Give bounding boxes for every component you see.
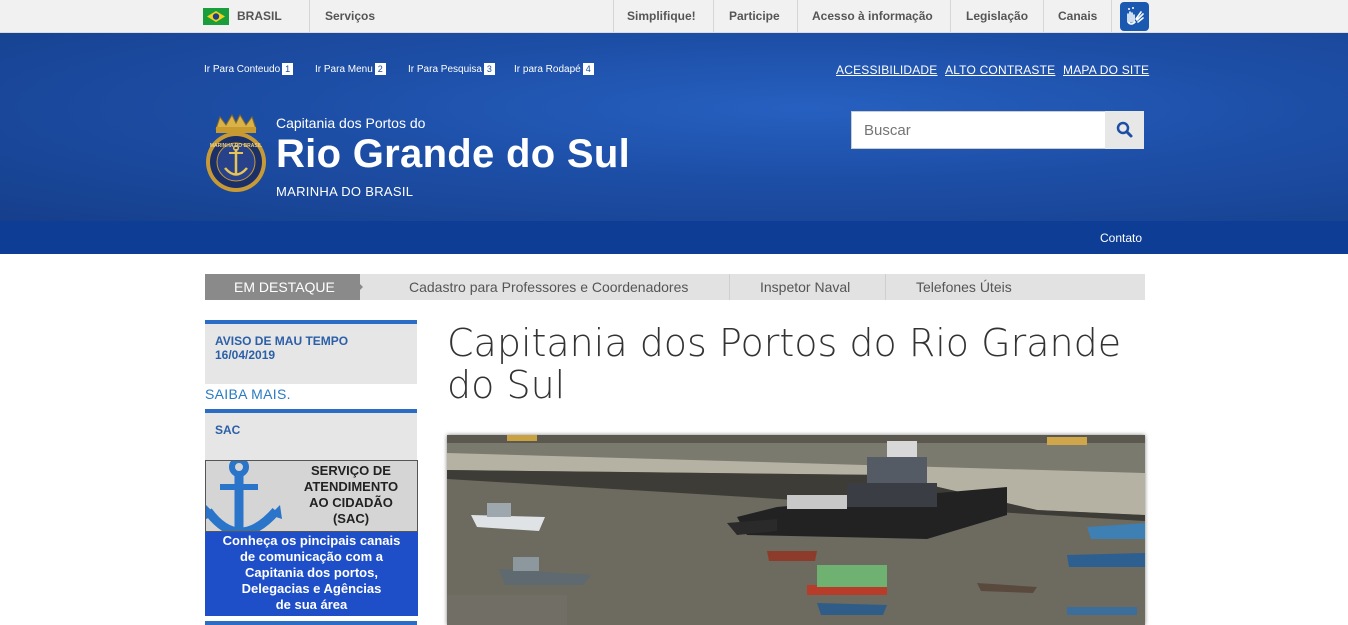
sac-line: ATENDIMENTO bbox=[303, 479, 399, 494]
divider bbox=[713, 0, 714, 32]
aviso-date: 16/04/2019 bbox=[215, 348, 276, 362]
skip-to-footer-link[interactable]: Ir para Rodapé 4 bbox=[514, 63, 594, 75]
anchor-icon bbox=[206, 461, 282, 531]
sac-title: SAC bbox=[215, 423, 241, 437]
divider bbox=[950, 0, 951, 32]
sac-line: (SAC) bbox=[332, 511, 370, 526]
brazil-flag-icon[interactable] bbox=[203, 8, 229, 25]
header-subtitle-top: Capitania dos Portos do bbox=[276, 115, 426, 131]
acessibilidade-link[interactable]: ACESSIBILIDADE bbox=[836, 63, 938, 77]
hands-sign-language-icon[interactable] bbox=[1120, 2, 1149, 31]
sac-text-line: Capitania dos portos, bbox=[245, 565, 378, 580]
sac-text-line: de comunicação com a bbox=[239, 549, 384, 564]
legislacao-link[interactable]: Legislação bbox=[966, 9, 1028, 23]
search-button[interactable] bbox=[1105, 111, 1144, 149]
skip-number: 4 bbox=[582, 63, 594, 75]
site-title[interactable]: Rio Grande do Sul bbox=[276, 132, 630, 177]
skip-number: 1 bbox=[282, 63, 294, 75]
em-destaque-text: EM DESTAQUE bbox=[234, 279, 335, 295]
page-title: Capitania dos Portos do Rio Grande do Su… bbox=[447, 321, 1122, 407]
aviso-box[interactable]: AVISO DE MAU TEMPO 16/04/2019 bbox=[205, 320, 417, 384]
em-destaque-label: EM DESTAQUE bbox=[205, 274, 360, 300]
brasil-link[interactable]: BRASIL bbox=[237, 9, 282, 23]
sac-banner-text: SERVIÇO DE ATENDIMENTO AO CIDADÃO (SAC) bbox=[286, 463, 416, 527]
alto-contraste-link[interactable]: ALTO CONTRASTE bbox=[945, 63, 1055, 77]
servicos-link[interactable]: Serviços bbox=[325, 9, 375, 23]
skip-label: Ir Para Pesquisa bbox=[408, 64, 482, 75]
participe-link[interactable]: Participe bbox=[729, 9, 780, 23]
divider bbox=[885, 274, 886, 300]
sac-line: SERVIÇO DE bbox=[311, 463, 391, 478]
simplifique-link[interactable]: Simplifique! bbox=[627, 9, 696, 23]
sac-banner-image[interactable]: SERVIÇO DE ATENDIMENTO AO CIDADÃO (SAC) bbox=[205, 460, 418, 532]
skip-number: 2 bbox=[374, 63, 386, 75]
em-destaque-bar: EM DESTAQUE Cadastro para Professores e … bbox=[205, 274, 1145, 300]
divider bbox=[1111, 0, 1112, 32]
divider bbox=[729, 274, 730, 300]
aviso-title: AVISO DE MAU TEMPO bbox=[215, 334, 349, 348]
skip-to-search-link[interactable]: Ir Para Pesquisa 3 bbox=[408, 63, 495, 75]
mapa-do-site-link[interactable]: MAPA DO SITE bbox=[1063, 63, 1149, 77]
sac-box[interactable]: SAC bbox=[205, 409, 417, 460]
sac-text-line: de sua área bbox=[275, 597, 348, 612]
contato-link[interactable]: Contato bbox=[1100, 231, 1142, 245]
skip-label: Ir para Rodapé bbox=[514, 64, 581, 75]
main-nav-bar: Contato bbox=[0, 221, 1348, 254]
destaque-item-inspetor[interactable]: Inspetor Naval bbox=[760, 279, 850, 295]
skip-label: Ir Para Menu bbox=[315, 64, 373, 75]
sac-description[interactable]: Conheça os pincipais canais de comunicaç… bbox=[205, 532, 418, 616]
skip-label: Ir Para Conteudo bbox=[204, 64, 281, 75]
divider bbox=[1043, 0, 1044, 32]
skip-number: 3 bbox=[483, 63, 495, 75]
sidebar-divider bbox=[205, 621, 417, 625]
harbor-boats-photo[interactable] bbox=[447, 435, 1145, 625]
acesso-informacao-link[interactable]: Acesso à informação bbox=[812, 9, 933, 23]
sac-text-line: Delegacias e Agências bbox=[241, 581, 382, 596]
divider bbox=[797, 0, 798, 32]
sac-text-line: Conheça os pincipais canais bbox=[222, 533, 401, 548]
divider bbox=[613, 0, 614, 32]
canais-link[interactable]: Canais bbox=[1058, 9, 1097, 23]
skip-to-content-link[interactable]: Ir Para Conteudo 1 bbox=[204, 63, 294, 75]
skip-to-menu-link[interactable]: Ir Para Menu 2 bbox=[315, 63, 386, 75]
saiba-mais-link[interactable]: SAIBA MAIS. bbox=[205, 386, 291, 402]
site-header: Ir Para Conteudo 1 Ir Para Menu 2 Ir Para … bbox=[0, 33, 1348, 221]
sac-line: AO CIDADÃO bbox=[309, 495, 393, 510]
divider bbox=[309, 0, 310, 32]
sac-description-text: Conheça os pincipais canais de comunicaç… bbox=[205, 533, 418, 613]
search-icon bbox=[1116, 121, 1133, 138]
gov-top-bar: BRASIL Serviços Simplifique! Participe A… bbox=[0, 0, 1348, 33]
destaque-item-telefones[interactable]: Telefones Úteis bbox=[916, 279, 1012, 295]
header-subtitle-bottom: MARINHA DO BRASIL bbox=[276, 184, 414, 199]
destaque-item-cadastro[interactable]: Cadastro para Professores e Coordenadore… bbox=[409, 279, 688, 295]
search-input[interactable] bbox=[851, 111, 1106, 149]
marinha-seal-logo[interactable]: MARINHA DO BRASIL bbox=[204, 113, 268, 195]
arrow-shape bbox=[350, 274, 363, 300]
